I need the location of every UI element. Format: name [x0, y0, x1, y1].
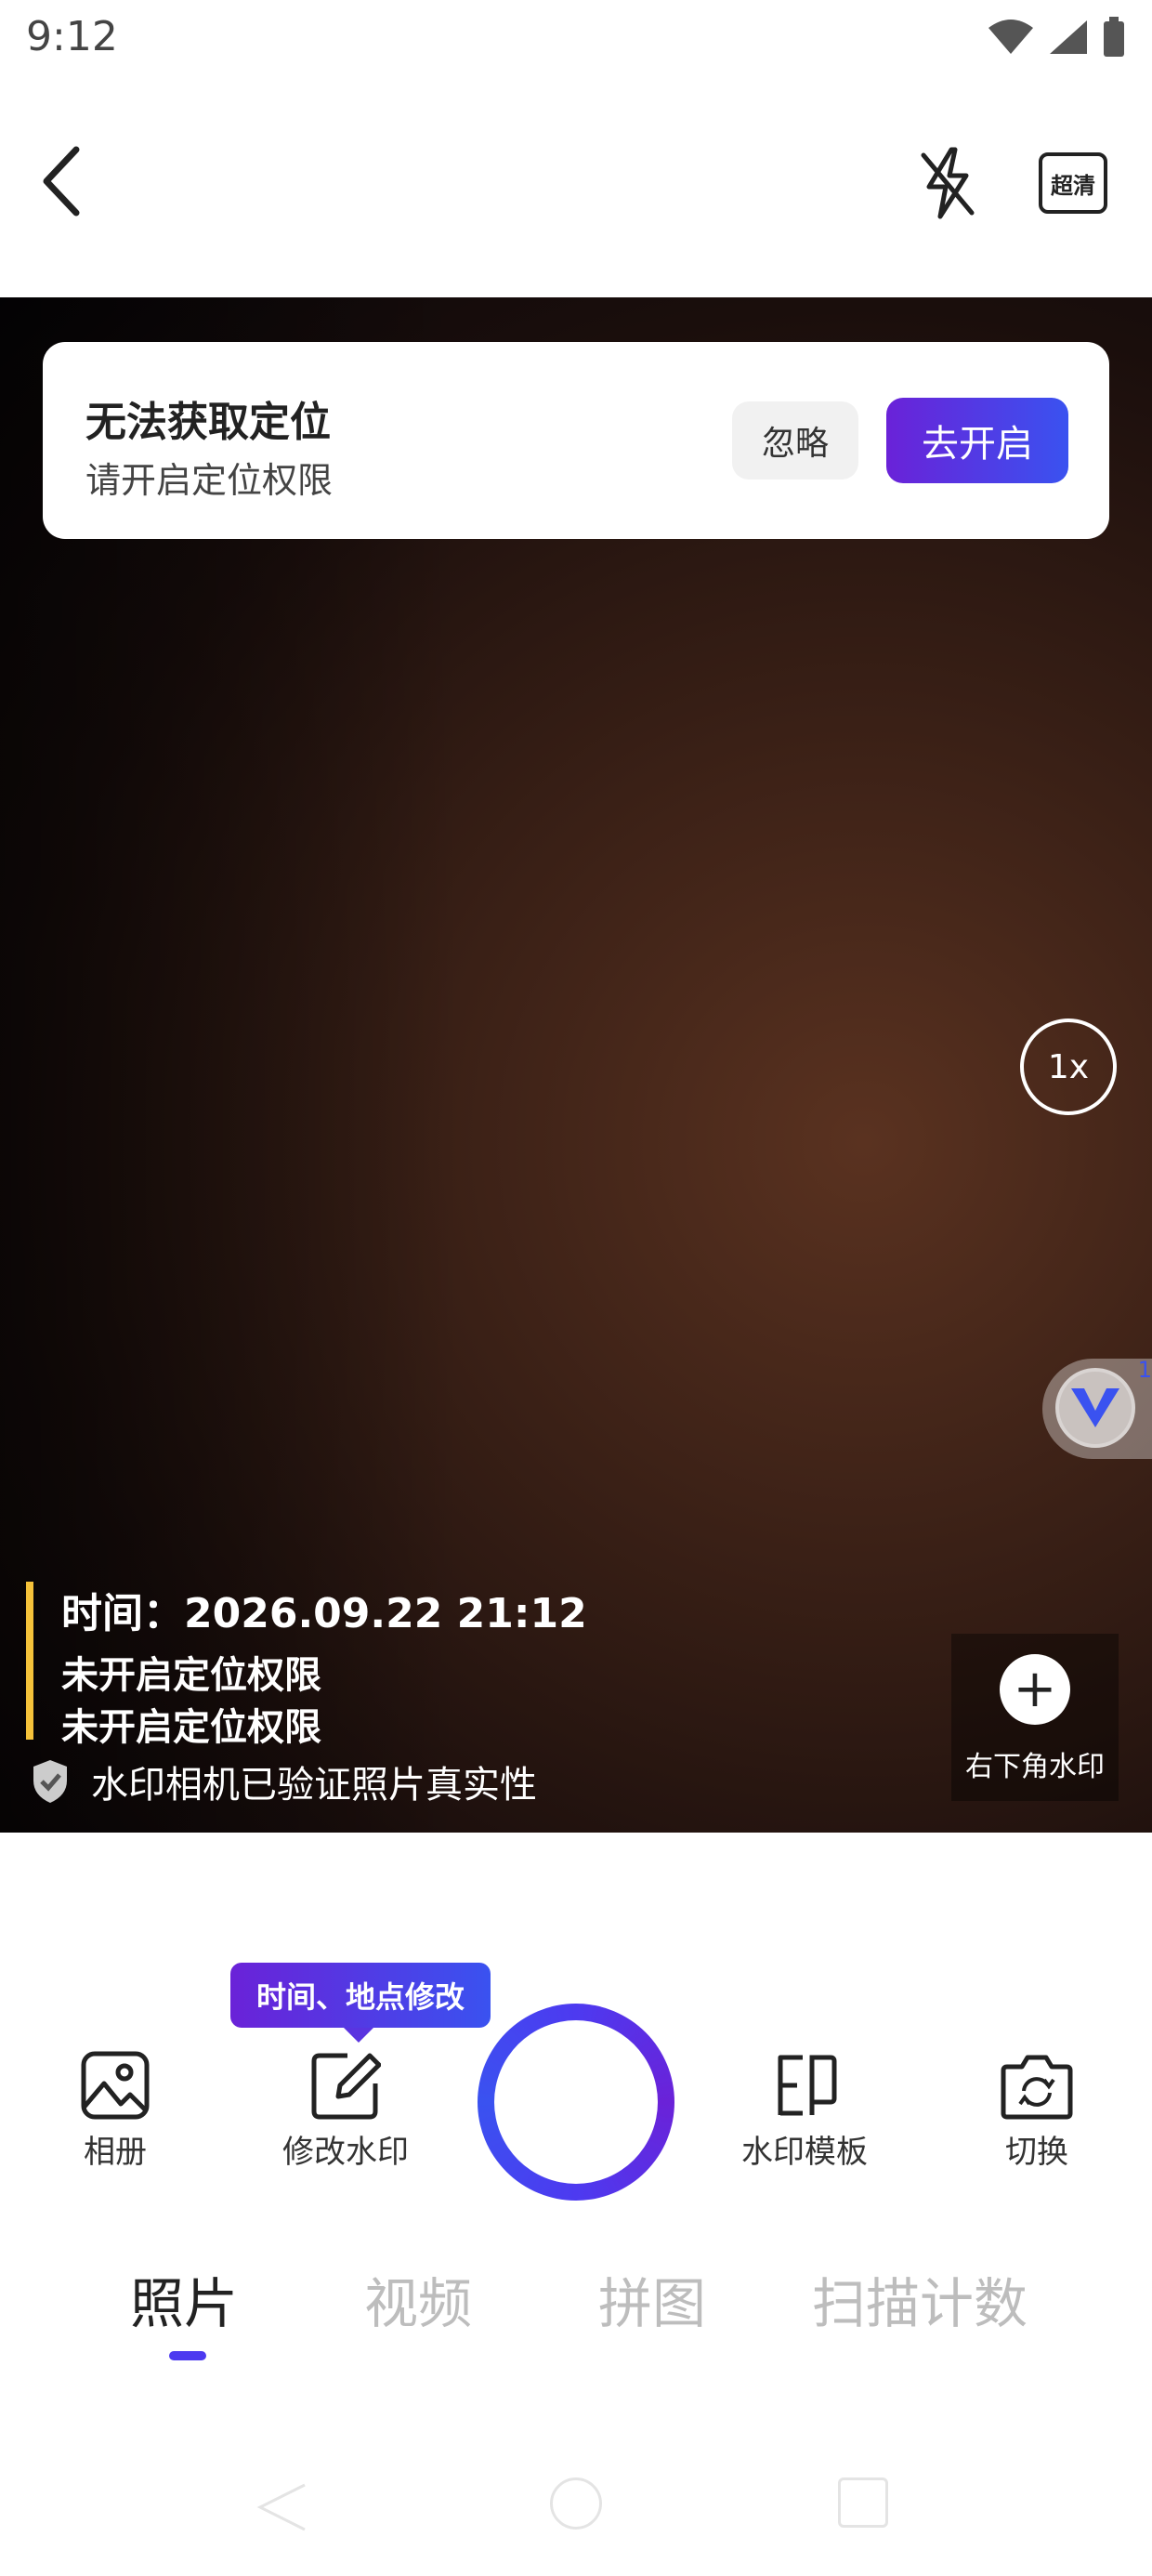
verify-row: 水印相机已验证照片真实性: [30, 1755, 537, 1808]
flash-off-button[interactable]: [910, 141, 985, 225]
wifi-icon: [988, 20, 1033, 54]
corner-watermark-label: 右下角水印: [965, 1751, 1105, 1783]
card-title: 无法获取定位: [85, 399, 331, 446]
album-button[interactable]: 相册: [32, 2048, 199, 2171]
floating-assistant-button[interactable]: 1: [1042, 1357, 1152, 1459]
watermark-location-2: 未开启定位权限: [61, 1706, 321, 1749]
nav-home-icon[interactable]: [550, 2477, 602, 2530]
shutter-button[interactable]: [478, 2004, 674, 2201]
enable-location-button[interactable]: 去开启: [886, 398, 1068, 483]
system-nav-bar: [0, 2463, 1152, 2537]
signal-icon: [1050, 20, 1087, 54]
edit-watermark-button[interactable]: 修改水印: [262, 2048, 429, 2171]
template-label: 水印模板: [741, 2134, 868, 2171]
back-button[interactable]: [28, 139, 93, 223]
corner-watermark-button[interactable]: + 右下角水印: [951, 1634, 1119, 1801]
battery-icon: [1104, 17, 1124, 57]
nav-back-icon[interactable]: [256, 2481, 308, 2533]
hd-quality-button[interactable]: 超清: [1039, 152, 1107, 214]
album-label: 相册: [84, 2134, 147, 2171]
shield-check-icon: [33, 1760, 67, 1803]
active-tab-indicator: [169, 2351, 206, 2360]
verify-text: 水印相机已验证照片真实性: [91, 1764, 537, 1807]
tab-scan-count[interactable]: 扫描计数: [812, 2260, 1028, 2338]
switch-camera-icon: [1001, 2055, 1073, 2120]
status-time: 9:12: [26, 13, 118, 60]
flash-off-icon: [921, 147, 975, 219]
tab-collage[interactable]: 拼图: [598, 2260, 706, 2338]
edit-icon: [311, 2053, 381, 2120]
tab-video[interactable]: 视频: [364, 2260, 472, 2338]
nav-recent-icon[interactable]: [838, 2477, 888, 2528]
watermark-template-button[interactable]: 水印模板: [721, 2048, 888, 2171]
watermark-time: 时间：2026.09.22 21:12: [61, 1590, 587, 1637]
badge-count: 1: [1137, 1357, 1152, 1383]
edit-tooltip: 时间、地点修改: [230, 1963, 491, 2043]
tab-photo[interactable]: 照片: [130, 2260, 238, 2338]
edit-watermark-label: 修改水印: [282, 2134, 409, 2171]
card-subtitle: 请开启定位权限: [85, 460, 334, 501]
plus-icon: +: [1000, 1654, 1070, 1725]
watermark-accent-bar: [26, 1582, 33, 1740]
v-logo-icon: [1055, 1368, 1135, 1448]
switch-label: 切换: [1005, 2134, 1068, 2171]
chevron-left-icon: [43, 146, 80, 217]
watermark-location-1: 未开启定位权限: [61, 1654, 321, 1697]
image-icon: [81, 2051, 150, 2120]
location-permission-card: 无法获取定位 请开启定位权限 忽略 去开启: [43, 342, 1109, 539]
template-icon: [778, 2055, 837, 2116]
status-bar: 9:12: [0, 0, 1152, 78]
switch-camera-button[interactable]: 切换: [953, 2048, 1120, 2171]
ignore-button[interactable]: 忽略: [732, 401, 858, 480]
shutter-inner: [494, 2020, 658, 2184]
zoom-button[interactable]: 1x: [1020, 1019, 1117, 1115]
status-icons: [987, 17, 1126, 58]
